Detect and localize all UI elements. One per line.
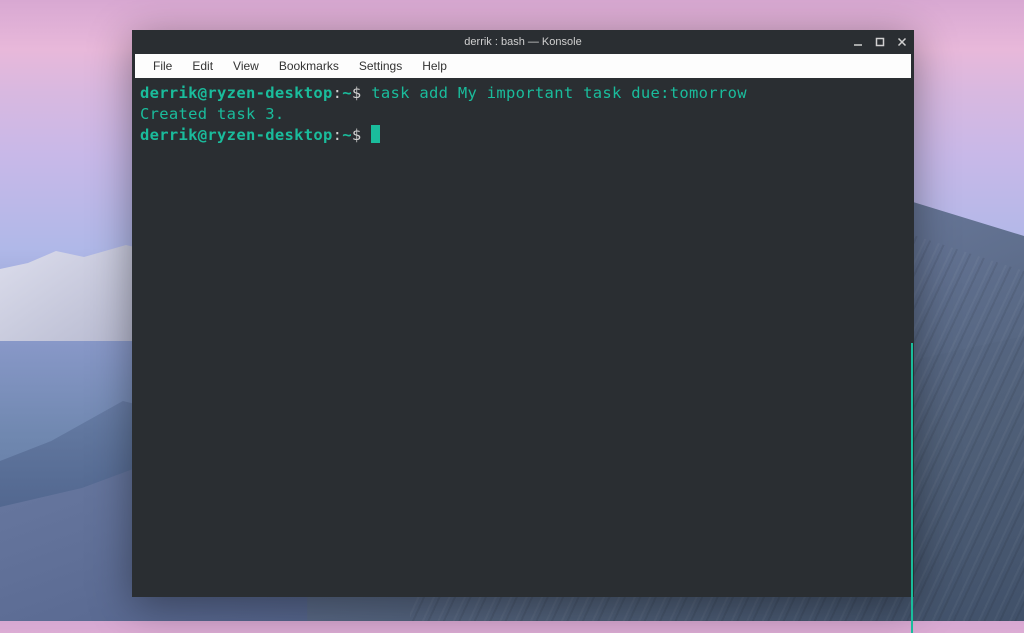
prompt-user-host: derrik@ryzen-desktop <box>140 84 333 102</box>
scrollbar-indicator[interactable] <box>911 343 913 633</box>
command-text: task add My important task due:tomorrow <box>371 84 747 102</box>
menu-edit[interactable]: Edit <box>182 54 223 78</box>
prompt-dollar: $ <box>352 126 371 144</box>
menu-view[interactable]: View <box>223 54 269 78</box>
menubar: File Edit View Bookmarks Settings Help <box>135 54 911 78</box>
terminal-cursor <box>371 125 380 143</box>
prompt-dollar: $ <box>352 84 371 102</box>
window-title: derrik : bash — Konsole <box>464 36 581 48</box>
prompt-path: ~ <box>342 126 352 144</box>
menu-file[interactable]: File <box>143 54 182 78</box>
output-text: Created task 3. <box>140 105 284 123</box>
window-titlebar[interactable]: derrik : bash — Konsole <box>132 30 914 54</box>
close-button[interactable] <box>896 36 908 48</box>
maximize-button[interactable] <box>874 36 886 48</box>
minimize-button[interactable] <box>852 36 864 48</box>
menu-help[interactable]: Help <box>412 54 457 78</box>
prompt-separator: : <box>333 126 343 144</box>
menu-settings[interactable]: Settings <box>349 54 412 78</box>
prompt-separator: : <box>333 84 343 102</box>
terminal-line: Created task 3. <box>140 104 906 125</box>
terminal-line: derrik@ryzen-desktop:~$ task add My impo… <box>140 83 906 104</box>
prompt-user-host: derrik@ryzen-desktop <box>140 126 333 144</box>
terminal-line: derrik@ryzen-desktop:~$ <box>140 125 906 146</box>
terminal-content[interactable]: derrik@ryzen-desktop:~$ task add My impo… <box>132 78 914 597</box>
window-controls <box>852 30 908 54</box>
prompt-path: ~ <box>342 84 352 102</box>
menu-bookmarks[interactable]: Bookmarks <box>269 54 349 78</box>
terminal-window: derrik : bash — Konsole File Edit View B… <box>132 30 914 597</box>
